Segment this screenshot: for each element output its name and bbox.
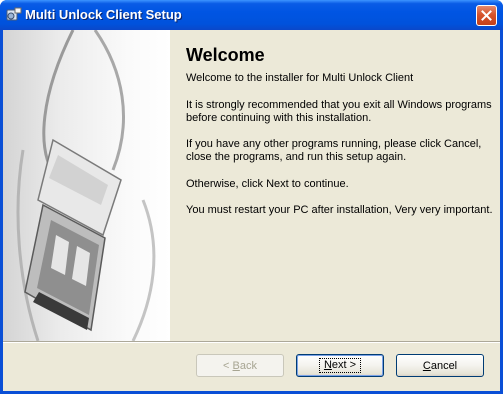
welcome-panel: Welcome Welcome to the installer for Mul… (170, 30, 500, 341)
next-button[interactable]: Next > (296, 354, 384, 377)
cancel-button[interactable]: Cancel (396, 354, 484, 377)
next-button-accel: N (323, 359, 332, 371)
next-button-label: ext (331, 359, 347, 371)
back-button-prefix: < (223, 359, 233, 372)
back-button-accel: B (232, 359, 240, 372)
next-button-suffix: > (346, 359, 357, 371)
back-button-label: ack (239, 359, 257, 372)
usb-plug-banner-image (3, 30, 170, 341)
button-separator (3, 341, 500, 343)
close-button[interactable] (476, 5, 497, 26)
close-icon (481, 10, 492, 21)
next-button-focus: Next > (318, 358, 362, 373)
cancel-button-label: ancel (430, 359, 458, 372)
exit-programs-text: It is strongly recommended that you exit… (186, 99, 492, 124)
dialog-client-area: Welcome Welcome to the installer for Mul… (3, 30, 500, 391)
page-title: Welcome (186, 45, 265, 65)
setup-installer-icon (6, 7, 22, 23)
window-title: Multi Unlock Client Setup (25, 7, 182, 22)
next-instructions-text: Otherwise, click Next to continue. (186, 178, 349, 190)
installer-window: Multi Unlock Client Setup Welcome Welcom… (0, 0, 503, 394)
title-bar[interactable]: Multi Unlock Client Setup (0, 0, 503, 30)
cancel-button-accel: C (422, 359, 431, 372)
back-button[interactable]: < Back (196, 354, 284, 377)
cancel-instructions-text: If you have any other programs running, … (186, 138, 482, 163)
restart-warning-text: You must restart your PC after installat… (186, 204, 493, 216)
welcome-text: Welcome to the installer for Multi Unloc… (186, 72, 414, 84)
